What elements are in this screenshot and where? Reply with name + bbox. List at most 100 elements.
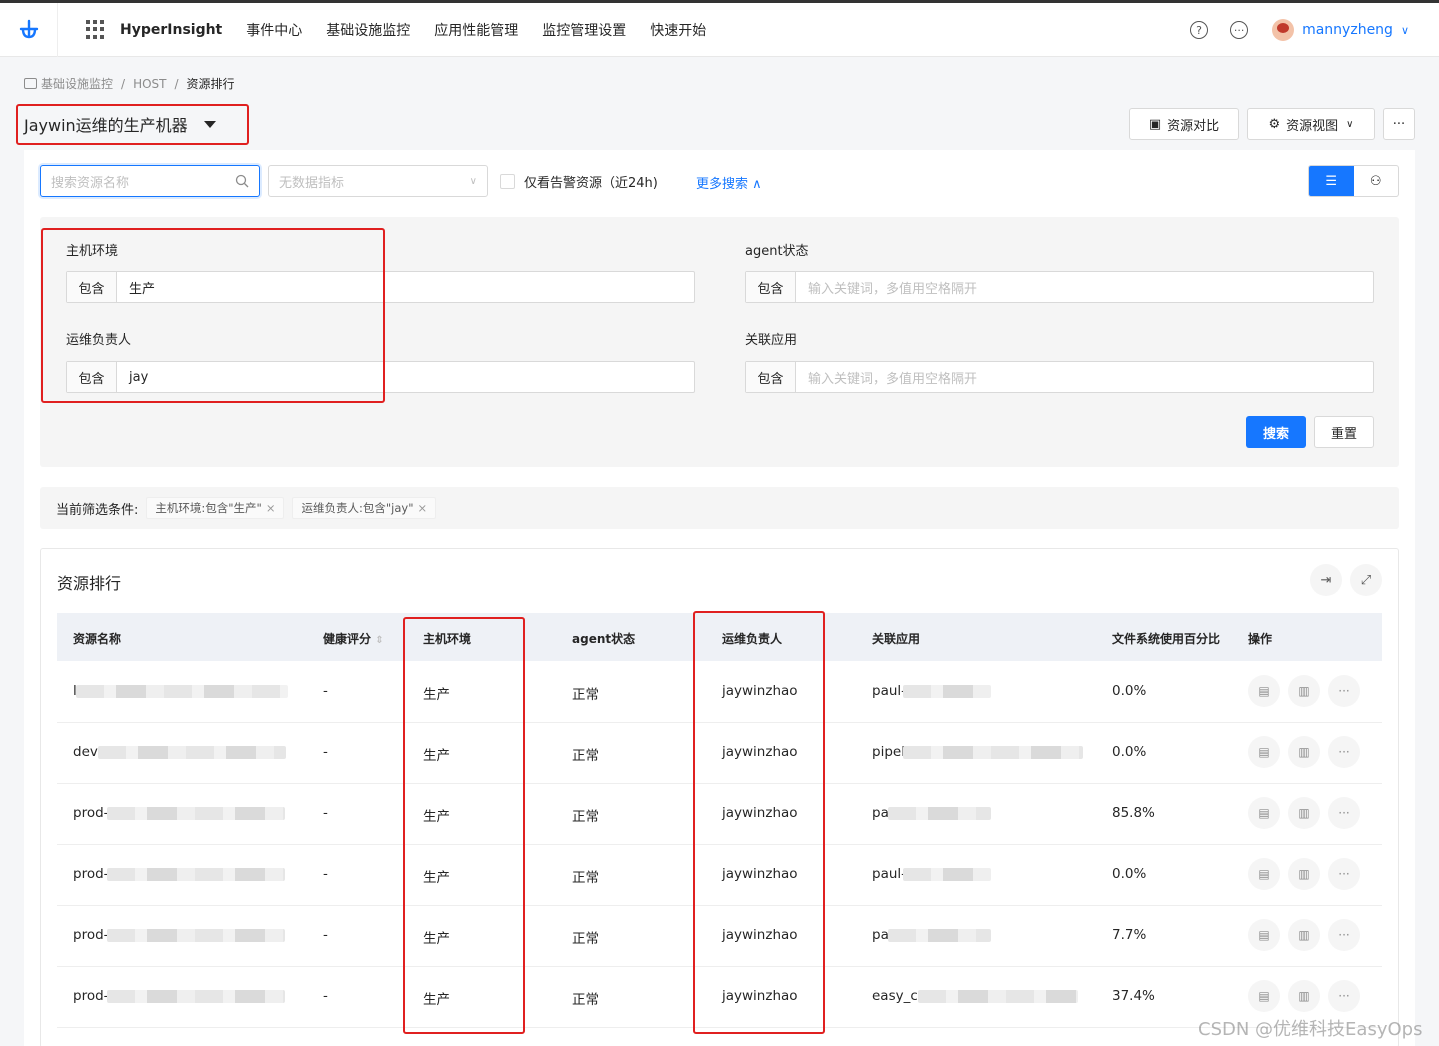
compare-button[interactable]: ▣ 资源对比 (1129, 108, 1239, 140)
agent-status: 正常 (572, 992, 599, 1008)
fs-usage: 85.8% (1112, 805, 1155, 821)
metric-select[interactable]: 无数据指标 ∨ (268, 165, 488, 197)
redacted-text (903, 746, 1083, 759)
table-title: 资源排行 (57, 574, 122, 593)
detail-icon[interactable]: ▤ (1248, 675, 1280, 707)
watermark: CSDN @优维科技EasyOps (1198, 1019, 1423, 1040)
agent-status: 正常 (572, 748, 599, 764)
question-circle-icon[interactable]: ? (1190, 21, 1209, 39)
more-icon[interactable]: ··· (1328, 980, 1360, 1012)
alert-only-checkbox[interactable]: 仅看告警资源（近24h) (500, 172, 658, 191)
monitor-icon (24, 78, 37, 89)
breadcrumb-item-current: 资源排行 (186, 77, 235, 91)
redacted-text (107, 868, 285, 881)
export-icon[interactable]: ⇥ (1310, 564, 1342, 596)
resource-name[interactable]: prod- (73, 927, 109, 943)
nav-item-apm[interactable]: 应用性能管理 (434, 20, 518, 40)
filter-agent-input[interactable]: 包含 输入关键词，多值用空格隔开 (745, 271, 1374, 303)
nav-item-settings[interactable]: 监控管理设置 (542, 20, 626, 40)
agent-status: 正常 (572, 687, 599, 703)
checkbox[interactable] (500, 174, 515, 189)
fs-usage: 37.4% (1112, 988, 1155, 1004)
related-app: pipel (872, 744, 905, 760)
breadcrumb-item-infra[interactable]: 基础设施监控 (41, 75, 113, 92)
related-app: pa (872, 805, 889, 821)
chevron-down-icon[interactable]: ∨ (1401, 24, 1409, 37)
filter-app-input[interactable]: 包含 输入关键词，多值用空格隔开 (745, 361, 1374, 393)
search-button[interactable]: 搜索 (1246, 416, 1306, 448)
resource-name[interactable]: prod- (73, 805, 109, 821)
close-icon[interactable]: × (266, 501, 276, 515)
redacted-text (918, 990, 1078, 1003)
breadcrumb: 基础设施监控 / HOST / 资源排行 (24, 75, 235, 92)
more-icon[interactable]: ··· (1328, 919, 1360, 951)
message-icon[interactable]: ··· (1230, 21, 1249, 39)
redacted-text (888, 929, 991, 942)
detail-icon[interactable]: ▤ (1248, 919, 1280, 951)
detail-icon[interactable]: ▤ (1248, 858, 1280, 890)
chart-icon[interactable]: ▥ (1288, 980, 1320, 1012)
more-icon[interactable]: ··· (1328, 797, 1360, 829)
related-app: paul- (872, 866, 907, 882)
redacted-text (107, 807, 285, 820)
topology-view-icon[interactable]: ⚇ (1354, 166, 1399, 196)
more-icon[interactable]: ··· (1328, 858, 1360, 890)
more-search-link[interactable]: 更多搜索 ∧ (696, 173, 762, 192)
redacted-text (107, 990, 285, 1003)
condition-tag-owner[interactable]: 运维负责人:包含"jay" × (292, 497, 437, 519)
detail-icon[interactable]: ▤ (1248, 736, 1280, 768)
more-icon[interactable]: ··· (1328, 675, 1360, 707)
highlight-box-filters (41, 228, 385, 403)
health-score: - (323, 744, 328, 760)
highlight-box-env-column (403, 617, 525, 1034)
chart-icon[interactable]: ▥ (1288, 919, 1320, 951)
highlight-box-title (16, 104, 249, 145)
filter-label-agent: agent状态 (745, 244, 809, 259)
more-button[interactable]: ··· (1383, 108, 1415, 140)
health-score: - (323, 683, 328, 699)
col-health[interactable]: 健康评分 ⇕ (323, 630, 384, 647)
brand-name[interactable]: HyperInsight (120, 22, 222, 38)
logo-icon[interactable] (0, 2, 58, 57)
top-navigation-bar: HyperInsight 事件中心 基础设施监控 应用性能管理 监控管理设置 快… (0, 0, 1439, 57)
detail-icon[interactable]: ▤ (1248, 980, 1280, 1012)
list-view-icon[interactable]: ☰ (1309, 166, 1354, 196)
related-app: paul- (872, 683, 907, 699)
chart-icon[interactable]: ▥ (1288, 797, 1320, 829)
nav-item-infra[interactable]: 基础设施监控 (326, 20, 410, 40)
health-score: - (323, 805, 328, 821)
health-score: - (323, 988, 328, 1004)
breadcrumb-item-host[interactable]: HOST (133, 77, 166, 91)
chart-icon[interactable]: ▥ (1288, 675, 1320, 707)
gear-icon: ⚙ (1268, 116, 1281, 132)
col-name: 资源名称 (73, 632, 122, 646)
more-icon[interactable]: ··· (1328, 736, 1360, 768)
resource-view-button[interactable]: ⚙ 资源视图 ∨ (1247, 108, 1375, 140)
app-grid-icon[interactable] (86, 19, 106, 40)
resource-name[interactable]: prod- (73, 866, 109, 882)
resource-name[interactable]: prod- (73, 988, 109, 1004)
redacted-text (107, 929, 285, 942)
resource-name[interactable]: dev (73, 744, 98, 760)
fs-usage: 0.0% (1112, 866, 1147, 882)
condition-tag-env[interactable]: 主机环境:包含"生产" × (146, 497, 285, 519)
reset-button[interactable]: 重置 (1314, 416, 1374, 448)
agent-status: 正常 (572, 809, 599, 825)
col-actions: 操作 (1248, 632, 1273, 646)
username[interactable]: mannyzheng (1302, 22, 1393, 38)
fullscreen-icon[interactable]: ⤢ (1350, 564, 1382, 596)
redacted-text (903, 868, 991, 881)
close-icon[interactable]: × (418, 501, 428, 515)
search-input[interactable]: 搜索资源名称 (40, 165, 260, 197)
health-score: - (323, 866, 328, 882)
redacted-text (888, 807, 991, 820)
avatar[interactable] (1272, 19, 1295, 41)
nav-item-quickstart[interactable]: 快速开始 (650, 20, 706, 40)
detail-icon[interactable]: ▤ (1248, 797, 1280, 829)
compare-icon: ▣ (1148, 116, 1162, 132)
nav-item-events[interactable]: 事件中心 (246, 20, 302, 40)
redacted-text (76, 685, 288, 698)
chart-icon[interactable]: ▥ (1288, 736, 1320, 768)
view-toggle[interactable]: ☰ ⚇ (1308, 165, 1399, 197)
chart-icon[interactable]: ▥ (1288, 858, 1320, 890)
